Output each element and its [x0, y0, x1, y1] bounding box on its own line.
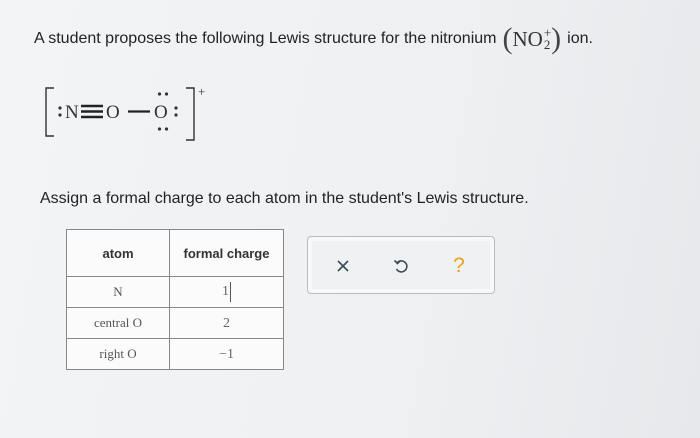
lone-pair-dot [157, 127, 162, 131]
formal-charge-value[interactable]: −1 [219, 347, 234, 362]
formal-charge-value[interactable]: 1 [222, 284, 229, 299]
lone-pair-dot [174, 113, 178, 117]
table-header-row: atom formal charge [66, 229, 284, 277]
lone-pair-dot [174, 106, 178, 110]
help-button[interactable]: ? [446, 253, 472, 279]
table-row: right O −1 [66, 338, 284, 370]
formal-charge-input[interactable]: 1 [169, 276, 284, 308]
instruction-text: Assign a formal charge to each atom in t… [40, 190, 529, 207]
header-formal-charge: formal charge [169, 229, 284, 277]
lone-pair-dot [164, 127, 169, 131]
lone-pair-dot [164, 92, 169, 96]
formal-charge-input[interactable]: 2 [169, 307, 284, 339]
clear-button[interactable] [330, 253, 356, 279]
formal-charge-table: atom formal charge N 1 central O 2 right… [66, 229, 284, 370]
left-bracket [45, 87, 54, 137]
atom-cell: right O [66, 338, 170, 370]
undo-icon [393, 259, 408, 273]
lone-pair-dot [58, 106, 62, 110]
x-icon [337, 260, 349, 272]
answer-action-panel: ? [307, 236, 495, 294]
atom-n: N [65, 102, 79, 123]
text-cursor [230, 282, 231, 302]
atom-o-right: O [154, 102, 168, 123]
question-text: A student proposes the following Lewis s… [34, 24, 593, 54]
formula-sub: 2 [543, 37, 551, 52]
question-prefix: A student proposes the following Lewis s… [34, 30, 497, 47]
right-bracket [186, 87, 195, 141]
atom-cell: N [66, 276, 170, 308]
formal-charge-input[interactable]: −1 [169, 338, 284, 370]
lewis-structure: N O O + [45, 84, 205, 141]
formula-base: NO [512, 26, 543, 51]
atom-cell: central O [66, 307, 170, 339]
ion-charge: + [198, 84, 205, 99]
lone-pair-dot [157, 92, 162, 96]
atom-o-central: O [106, 102, 120, 123]
lone-pair-dot [58, 113, 62, 117]
formal-charge-value[interactable]: 2 [223, 316, 230, 331]
question-suffix: ion. [567, 30, 593, 47]
header-atom: atom [66, 229, 170, 277]
table-row: central O 2 [66, 307, 284, 339]
undo-button[interactable] [388, 253, 414, 279]
nitronium-formula: ( NO + 2 ) [502, 22, 562, 55]
page: A student proposes the following Lewis s… [0, 0, 700, 438]
help-icon: ? [453, 254, 465, 277]
table-row: N 1 [66, 276, 284, 308]
